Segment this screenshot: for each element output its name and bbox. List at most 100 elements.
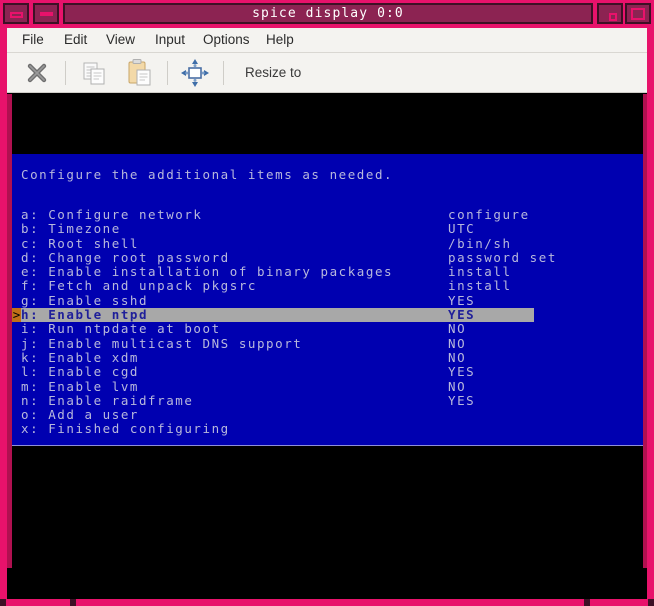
menu-row[interactable]: >h: Enable ntpd YES [12,308,643,322]
menu-row[interactable]: i: Run ntpdate at boot NO [12,322,643,336]
resize-to-button[interactable] [173,57,217,89]
resize-arrows-icon [173,57,217,89]
window-titlebar[interactable]: spice display 0:0 [0,0,654,27]
menu-options[interactable]: Options [194,28,259,52]
screen-underline [12,445,643,446]
menu-row-label: n: Enable raidframe [21,394,193,408]
menu-row-label: x: Finished configuring [21,422,230,436]
maximize-icon [631,8,645,20]
menu-row[interactable]: d: Change root password password set [12,251,643,265]
resize-corner-left[interactable] [0,599,6,606]
shade-button[interactable] [33,3,59,24]
menu-row-label: c: Root shell [21,237,139,251]
maximize-button[interactable] [625,3,651,24]
toolbar: Resize to [7,53,647,93]
menu-help[interactable]: Help [257,28,303,52]
client-area: File Edit View Input Options Help [7,28,647,599]
menu-row-value: NO [448,351,466,365]
menu-row[interactable]: l: Enable cgd YES [12,365,643,379]
selection-marker [12,337,21,351]
copy-icon [71,57,115,89]
selection-marker [12,208,21,222]
menu-row-label: i: Run ntpdate at boot [21,322,221,336]
selection-marker [12,351,21,365]
menu-row-value: NO [448,380,466,394]
menu-row-label: g: Enable sshd [21,294,148,308]
menu-row[interactable]: b: Timezone UTC [12,222,643,236]
selection-marker [12,237,21,251]
window-bottom-frame[interactable] [0,599,654,606]
resize-grip-a[interactable] [70,599,76,606]
disconnect-button[interactable] [15,57,59,89]
menu-row-value: YES [448,394,475,408]
menu-row[interactable]: c: Root shell/bin/sh [12,237,643,251]
menu-row-label: m: Enable lvm [21,380,139,394]
selection-marker: > [12,308,21,322]
window-title: spice display 0:0 [65,6,591,21]
menu-row[interactable]: k: Enable xdm NO [12,351,643,365]
menu-view[interactable]: View [97,28,144,52]
paste-icon [117,57,161,89]
menu-row-value: install [448,279,512,293]
selection-marker [12,222,21,236]
toolbar-separator-3 [223,61,224,85]
menu-row-label: h: Enable ntpd [21,308,148,322]
menubar: File Edit View Input Options Help [7,28,647,53]
menu-row[interactable]: a: Configure network configure [12,208,643,222]
menu-row-value: UTC [448,222,475,236]
menu-row[interactable]: n: Enable raidframe YES [12,394,643,408]
menu-row[interactable]: m: Enable lvm NO [12,380,643,394]
menu-row[interactable]: f: Fetch and unpack pkgsrc install [12,279,643,293]
menu-row-label: a: Configure network [21,208,203,222]
resize-handle-icon [609,13,617,21]
menu-row-value: NO [448,337,466,351]
menu-row[interactable]: x: Finished configuring [12,422,643,436]
selection-marker [12,365,21,379]
shade-icon [40,12,53,16]
menu-row-value: YES [448,365,475,379]
menu-row-value: configure [448,208,530,222]
menu-row[interactable]: g: Enable sshd YES [12,294,643,308]
selection-marker [12,294,21,308]
menu-row-label: l: Enable cgd [21,365,139,379]
menu-row[interactable]: e: Enable installation of binary package… [12,265,643,279]
selection-marker [12,279,21,293]
menu-row-label: d: Change root password [21,251,230,265]
resize-grip-b[interactable] [584,599,590,606]
selection-marker [12,422,21,436]
menu-row-label: k: Enable xdm [21,351,139,365]
selection-marker [12,380,21,394]
menu-row-value: install [448,265,512,279]
menu-row-label: f: Fetch and unpack pkgsrc [21,279,257,293]
menu-row[interactable]: j: Enable multicast DNS support NO [12,337,643,351]
menu-row-value: NO [448,322,466,336]
sysinst-menu-list: a: Configure networkconfigureb: Timezone… [12,208,643,437]
toolbar-separator-2 [167,61,168,85]
guest-right-border [643,94,647,568]
close-x-icon [15,57,59,89]
menu-row-label: b: Timezone [21,222,121,236]
screen-heading: Configure the additional items as needed… [21,168,393,182]
menu-row-label: j: Enable multicast DNS support [21,337,302,351]
menu-row[interactable]: o: Add a user [12,408,643,422]
menu-input[interactable]: Input [146,28,194,52]
spice-client-window: spice display 0:0 File Edit View Input O… [0,0,654,606]
spice-display-canvas[interactable]: Configure the additional items as needed… [7,94,647,568]
menu-row-value: password set [448,251,557,265]
menu-file[interactable]: File [13,28,53,52]
resize-to-label: Resize to [245,53,301,92]
selection-marker [12,265,21,279]
copy-button[interactable] [71,57,115,89]
selection-marker [12,322,21,336]
resize-corner-right[interactable] [648,599,654,606]
menu-row-value: YES [448,308,475,322]
selection-marker [12,394,21,408]
menu-row-value: YES [448,294,475,308]
menu-row-label: o: Add a user [21,408,139,422]
sysinst-screen: Configure the additional items as needed… [12,154,643,445]
iconify-icon [10,12,23,18]
resize-button[interactable] [597,3,623,24]
menu-edit[interactable]: Edit [55,28,96,52]
paste-button[interactable] [117,57,161,89]
iconify-button[interactable] [3,3,29,24]
